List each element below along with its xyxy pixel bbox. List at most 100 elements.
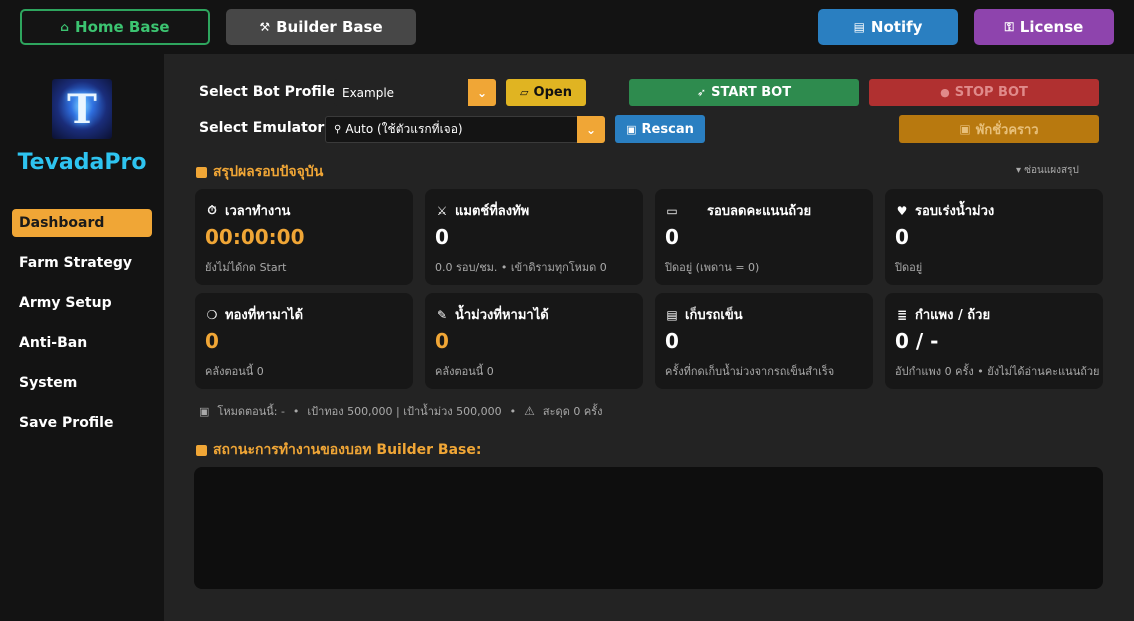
license-icon: ⚿: [1004, 19, 1014, 34]
card-subtext: ปิดอยู่: [895, 261, 923, 274]
rocket-icon: ➶: [696, 86, 707, 99]
sidebar: T TevadaPro Dashboard Farm Strategy Army…: [0, 54, 164, 621]
card-subtext: คลังตอนนี้ 0: [205, 365, 264, 378]
emulator-select[interactable]: ⚲ Auto (ใช้ตัวแรกที่เจอ) ⌄: [325, 116, 605, 143]
heart-icon: ♥: [896, 203, 908, 218]
card-elixir: ✎ น้ำม่วงที่หามาได้ 0 คลังตอนนี้ 0: [425, 293, 643, 389]
card-elixir-boost: ♥ รอบเร่งน้ำม่วง 0 ปิดอยู่: [885, 189, 1103, 285]
sidebar-item-save-profile[interactable]: Save Profile: [12, 409, 152, 437]
start-bot-button[interactable]: ➶ START BOT: [629, 79, 859, 106]
home-icon: ⌂: [60, 20, 70, 34]
card-value: 00:00:00: [205, 225, 305, 249]
card-trophy-drop: ▭ รอบลดคะแนนถ้วย 0 ปิดอยู่ (เพดาน = 0): [655, 189, 873, 285]
status-stuck: สะดุด 0 ครั้ง: [542, 405, 603, 418]
notify-button[interactable]: ▤ Notify: [818, 9, 958, 45]
pause-button[interactable]: ▣ พักชั่วคราว: [899, 115, 1099, 143]
summary-title: สรุปผลรอบปัจจุบัน: [196, 161, 323, 183]
open-label: Open: [533, 85, 572, 100]
log-icon: [196, 444, 207, 456]
sidebar-item-army-setup[interactable]: Army Setup: [12, 289, 152, 317]
card-value: 0: [895, 225, 909, 249]
chevron-down-icon[interactable]: ⌄: [468, 79, 496, 106]
search-icon: ⚲: [334, 124, 342, 135]
sidebar-item-anti-ban[interactable]: Anti-Ban: [12, 329, 152, 357]
card-subtext: ครั้งที่กดเก็บน้ำม่วงจากรถเข็นสำเร็จ: [665, 365, 835, 378]
card-value: 0: [435, 329, 449, 353]
license-button[interactable]: ⚿ License: [974, 9, 1114, 45]
profile-select[interactable]: Example ⌄: [334, 79, 496, 106]
card-subtext: ยังไม่ได้กด Start: [205, 261, 287, 274]
card-title: เวลาทำงาน: [225, 204, 291, 219]
card-subtext: 0.0 รอบ/ชม. • เข้าดิรามทุกโหมด 0: [435, 261, 607, 274]
stopwatch-icon: ⏱: [207, 203, 217, 217]
stop-icon: ●: [940, 86, 950, 99]
card-value: 0: [665, 225, 679, 249]
bot-status-log[interactable]: [194, 467, 1103, 589]
warning-icon: ⚠: [524, 404, 535, 418]
profile-select-value: Example: [342, 85, 395, 100]
separator-dot: •: [509, 404, 517, 418]
card-subtext: คลังตอนนี้ 0: [435, 365, 494, 378]
open-button[interactable]: ▱ Open: [506, 79, 586, 106]
status-mode: โหมดตอนนี้: -: [217, 405, 285, 418]
pause-icon: ▣: [959, 122, 971, 136]
rescan-icon: ▣: [626, 122, 637, 136]
card-value: 0: [435, 225, 449, 249]
top-bar: ⌂ Home Base ⚒ Builder Base ▤ Notify ⚿ Li…: [0, 0, 1134, 54]
rescan-label: Rescan: [641, 121, 694, 137]
crossed-swords-icon: ⚔: [436, 203, 448, 218]
card-title: น้ำม่วงที่หามาได้: [455, 308, 549, 323]
square-icon: ▭: [666, 203, 678, 218]
card-title: เก็บรถเข็น: [685, 308, 743, 323]
stop-bot-label: STOP BOT: [954, 85, 1028, 100]
sidebar-item-system[interactable]: System: [12, 369, 152, 397]
logo-avatar: T: [52, 79, 112, 139]
home-base-label: Home Base: [75, 18, 170, 36]
pencil-icon: ✎: [436, 307, 448, 322]
card-walls-trophies: ≣ กำแพง / ถ้วย 0 / - อัปกำแพง 0 ครั้ง • ย…: [885, 293, 1103, 389]
profile-label: Select Bot Profile:: [199, 84, 342, 100]
card-value: 0: [205, 329, 219, 353]
builder-base-label: Builder Base: [276, 18, 383, 36]
emulator-select-value: Auto (ใช้ตัวแรกที่เจอ): [345, 122, 463, 136]
card-value: 0 / -: [895, 329, 939, 353]
wall-icon: ≣: [896, 307, 908, 322]
card-value: 0: [665, 329, 679, 353]
cart-icon: ▤: [666, 307, 678, 322]
card-title: ทองที่หามาได้: [225, 308, 304, 323]
sidebar-item-dashboard[interactable]: Dashboard: [12, 209, 152, 237]
license-label: License: [1019, 18, 1084, 36]
builder-base-button[interactable]: ⚒ Builder Base: [226, 9, 416, 45]
notify-label: Notify: [870, 18, 923, 36]
separator-dot: •: [292, 404, 300, 418]
hammer-icon: ⚒: [259, 20, 271, 34]
money-bag-icon: ❍: [206, 307, 218, 322]
card-title: แมตช์ที่ลงทัพ: [455, 204, 530, 219]
collapse-summary-toggle[interactable]: ▾ ซ่อนแผงสรุป: [1016, 163, 1079, 178]
summary-icon: [196, 166, 207, 178]
pause-label: พักชั่วคราว: [975, 122, 1039, 138]
chevron-down-icon[interactable]: ⌄: [577, 116, 605, 143]
card-subtext: ปิดอยู่ (เพดาน = 0): [665, 261, 760, 274]
notify-icon: ▤: [853, 20, 865, 34]
rescan-button[interactable]: ▣ Rescan: [615, 115, 705, 143]
status-line: ▣ โหมดตอนนี้: - • เป้าทอง 500,000 | เป้า…: [199, 402, 602, 420]
card-runtime: ⏱ เวลาทำงาน 00:00:00 ยังไม่ได้กด Start: [195, 189, 413, 285]
status-targets: เป้าทอง 500,000 | เป้าน้ำม่วง 500,000: [307, 405, 502, 418]
brand-name: TevadaPro: [17, 150, 147, 175]
summary-title-text: สรุปผลรอบปัจจุบัน: [213, 164, 324, 180]
sidebar-item-farm-strategy[interactable]: Farm Strategy: [12, 249, 152, 277]
stop-bot-button[interactable]: ● STOP BOT: [869, 79, 1099, 106]
emulator-label: Select Emulator:: [199, 120, 330, 136]
card-matches: ⚔ แมตช์ที่ลงทัพ 0 0.0 รอบ/ชม. • เข้าดิราม…: [425, 189, 643, 285]
log-title-text: สถานะการทำงานของบอท Builder Base:: [213, 442, 482, 458]
log-title: สถานะการทำงานของบอท Builder Base:: [196, 439, 481, 461]
mode-icon: ▣: [199, 404, 210, 418]
card-title: รอบลดคะแนนถ้วย: [707, 204, 812, 219]
card-gold: ❍ ทองที่หามาได้ 0 คลังตอนนี้ 0: [195, 293, 413, 389]
home-base-button[interactable]: ⌂ Home Base: [20, 9, 210, 45]
start-bot-label: START BOT: [711, 85, 792, 100]
card-title: รอบเร่งน้ำม่วง: [915, 204, 995, 219]
card-subtext: อัปกำแพง 0 ครั้ง • ยังไม่ได้อ่านคะแนนถ้ว…: [895, 365, 1100, 378]
card-cart: ▤ เก็บรถเข็น 0 ครั้งที่กดเก็บน้ำม่วงจากรถ…: [655, 293, 873, 389]
